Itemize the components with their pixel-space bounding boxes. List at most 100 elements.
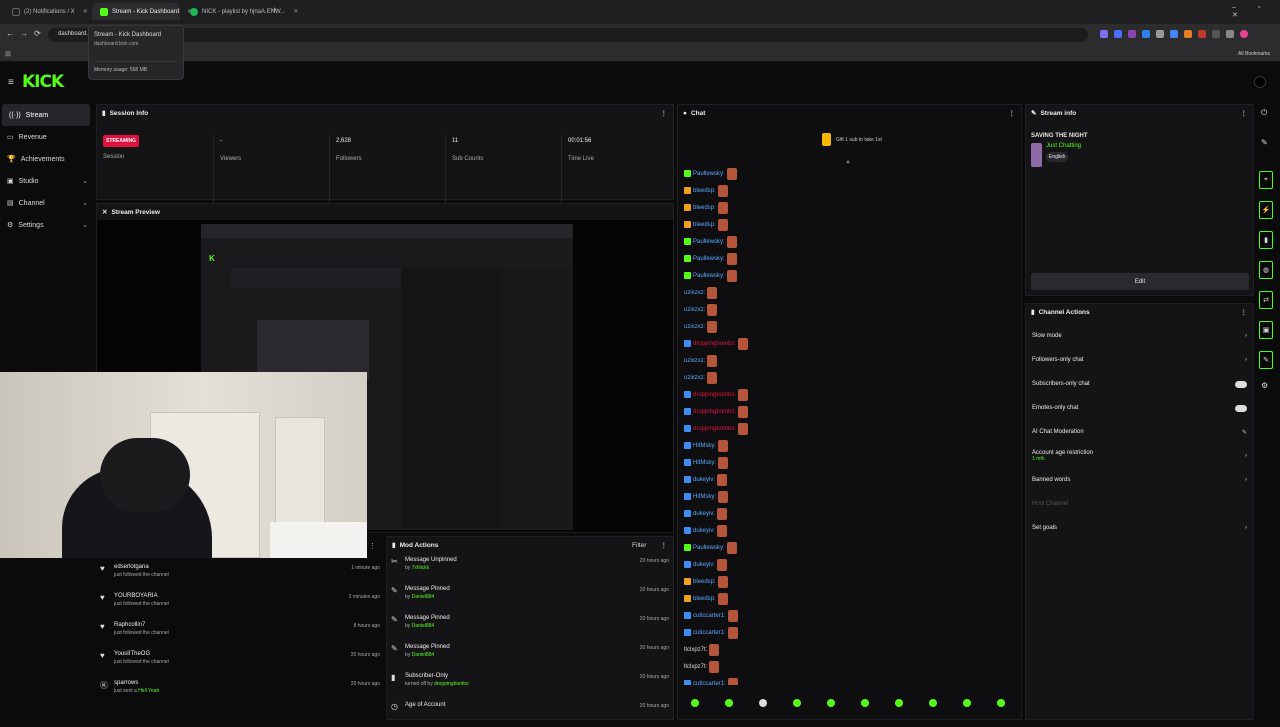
channel-action-row[interactable]: AI Chat Moderation ✎ — [1026, 420, 1253, 444]
badge-icon — [684, 170, 691, 177]
chat-username[interactable]: ltclxpz7t: — [684, 664, 707, 670]
channel-action-row[interactable]: Slow mode › — [1026, 324, 1253, 348]
chat-username[interactable]: bleedsp: — [693, 596, 716, 602]
emote-image — [738, 388, 749, 401]
chat-username[interactable]: uzixzxz: — [684, 290, 705, 296]
sidebar-item-settings[interactable]: ⚙ Settings ⌄ — [0, 214, 94, 236]
more-icon[interactable]: ⋮ — [1241, 109, 1248, 117]
chat-username[interactable]: uzixzxz: — [684, 307, 705, 313]
toolbar-button[interactable]: ⚡ — [1259, 201, 1273, 219]
activity-name: edserlotgana — [114, 564, 149, 570]
avatar[interactable] — [1254, 76, 1266, 88]
window-controls[interactable]: – ▫ ✕ — [1232, 4, 1280, 19]
chat-username[interactable]: dukeyiv: — [693, 511, 715, 517]
channel-action-row[interactable]: Emotes-only chat — [1026, 396, 1253, 420]
toolbar-button[interactable]: ⇄ — [1259, 291, 1273, 309]
chat-username[interactable]: uzixzxz: — [684, 324, 705, 330]
chat-username[interactable]: Paullewsky: — [693, 256, 725, 262]
sidebar: ((·)) Stream ▭ Revenue 🏆 Achievements ▣ Stud… — [0, 104, 94, 236]
chat-username[interactable]: dukeyiv: — [693, 562, 715, 568]
chevron-right-icon: › — [1245, 333, 1247, 339]
mod-time: 20 hours ago — [639, 645, 669, 651]
close-icon[interactable]: ✕ — [83, 8, 88, 15]
toggle-switch[interactable] — [1235, 380, 1247, 388]
extension-icons[interactable] — [1100, 30, 1270, 40]
sidebar-item-stream[interactable]: ((·)) Stream — [2, 104, 90, 126]
toolbar-button[interactable]: ◍ — [1259, 261, 1273, 279]
channel-action-row[interactable]: Set goals › — [1026, 516, 1253, 540]
mod-action: Message Pinned — [405, 586, 450, 592]
chat-username[interactable]: bleedsp: — [693, 205, 716, 211]
chat-emote-bar[interactable] — [678, 693, 1018, 713]
category-link[interactable]: Just Chatting — [1046, 143, 1081, 149]
chat-username[interactable]: cuticcarter1: — [693, 681, 726, 686]
browser-tab-playlist[interactable]: NICK - playlist by hjnaA.ENW... ✕ — [182, 3, 298, 20]
channel-action-row[interactable]: Host Channel — [1026, 492, 1253, 516]
sidebar-item-studio[interactable]: ▣ Studio ⌄ — [0, 170, 94, 192]
category-thumbnail — [1031, 143, 1042, 167]
chat-username[interactable]: cuticcarter1: — [693, 630, 726, 636]
new-tab-icon[interactable]: + — [272, 5, 277, 15]
chat-username[interactable]: droppingbombs: — [693, 426, 736, 432]
gift-banner[interactable]: Gift 1 sub to take 1st — [822, 133, 882, 146]
settings-icon[interactable]: ⚙ — [1261, 381, 1275, 390]
browser-tab-kick[interactable]: Stream - Kick Dashboard ✕ — [92, 3, 192, 20]
sidebar-item-revenue[interactable]: ▭ Revenue — [0, 126, 94, 148]
gear-icon: ⚙ — [7, 222, 14, 229]
filter-button[interactable]: Filter — [632, 542, 646, 549]
chat-username[interactable]: HitMsky: — [693, 443, 716, 449]
toolbar-button[interactable]: ⌖ — [1259, 171, 1273, 189]
chat-username[interactable]: droppingbombs: — [693, 392, 736, 398]
toggle-switch[interactable] — [1235, 404, 1247, 412]
chat-username[interactable]: dukeyiv: — [693, 528, 715, 534]
nav-buttons[interactable]: ←→⟳ — [6, 29, 47, 38]
power-icon[interactable]: ⏻ — [1261, 108, 1275, 118]
close-icon[interactable]: ✕ — [102, 208, 107, 216]
more-icon[interactable]: ⋮ — [661, 541, 668, 549]
all-bookmarks[interactable]: All Bookmarks — [1238, 51, 1270, 57]
chevron-right-icon: › — [1245, 357, 1247, 363]
close-icon[interactable]: ✕ — [293, 8, 298, 15]
emote-image — [726, 252, 737, 265]
chat-username[interactable]: bleedsp: — [693, 188, 716, 194]
chat-username[interactable]: uzixzxz: — [684, 358, 705, 364]
chat-username[interactable]: droppingbombs: — [693, 409, 736, 415]
edit-button[interactable]: Edit — [1031, 273, 1249, 290]
channel-action-row[interactable]: Banned words › — [1026, 468, 1253, 492]
menu-icon[interactable]: ≡ — [8, 77, 14, 88]
edit-icon[interactable]: ✎ — [1242, 429, 1247, 436]
chat-username[interactable]: uzixzxz: — [684, 375, 705, 381]
chat-username[interactable]: cuticcarter1: — [693, 613, 726, 619]
pencil-icon[interactable]: ✎ — [1261, 138, 1275, 147]
chat-username[interactable]: bleedsp: — [693, 579, 716, 585]
more-icon[interactable]: ⋮ — [1241, 308, 1248, 316]
chat-username[interactable]: droppingbombs: — [693, 341, 736, 347]
more-icon[interactable]: ⋮ — [661, 109, 668, 117]
channel-action-row[interactable]: Account age restriction 1 mth › — [1026, 444, 1253, 468]
more-icon[interactable]: ⋮ — [1009, 109, 1016, 117]
activity-time: 20 hours ago — [350, 681, 380, 687]
chat-username[interactable]: Paullewsky: — [693, 273, 725, 279]
url-field[interactable]: dashboard.ki — [48, 28, 1088, 42]
chat-username[interactable]: ltclxpz7t: — [684, 647, 707, 653]
channel-action-row[interactable]: Subscribers-only chat — [1026, 372, 1253, 396]
channel-action-row[interactable]: Followers-only chat › — [1026, 348, 1253, 372]
more-icon[interactable]: ⋮ — [369, 542, 376, 550]
chat-username[interactable]: dukeyiv: — [693, 477, 715, 483]
toolbar-button[interactable]: ▣ — [1259, 321, 1273, 339]
chat-username[interactable]: HitMsky: — [693, 494, 716, 500]
browser-tab-x[interactable]: (2) Notifications / X ✕ — [4, 3, 92, 20]
apps-icon[interactable]: ⊞ — [5, 50, 11, 58]
chat-username[interactable]: Paullewsky: — [693, 545, 725, 551]
chat-username[interactable]: HitMsky: — [693, 460, 716, 466]
toolbar-button[interactable]: ✎ — [1259, 351, 1273, 369]
list-item: ♥ Raphcollin7 just followed the channel 8 h… — [96, 618, 384, 647]
sidebar-item-channel[interactable]: ▤ Channel ⌄ — [0, 192, 94, 214]
channel-actions-panel: ▮ Channel Actions ⋮ Slow mode › Followers-on… — [1025, 303, 1254, 720]
kick-logo[interactable]: KICK — [22, 72, 64, 92]
sidebar-item-achievements[interactable]: 🏆 Achievements — [0, 148, 94, 170]
chat-username[interactable]: Paullewsky: — [693, 171, 725, 177]
chat-username[interactable]: Paullewsky: — [693, 239, 725, 245]
toolbar-button[interactable]: ▮ — [1259, 231, 1273, 249]
chat-username[interactable]: bleedsp: — [693, 222, 716, 228]
